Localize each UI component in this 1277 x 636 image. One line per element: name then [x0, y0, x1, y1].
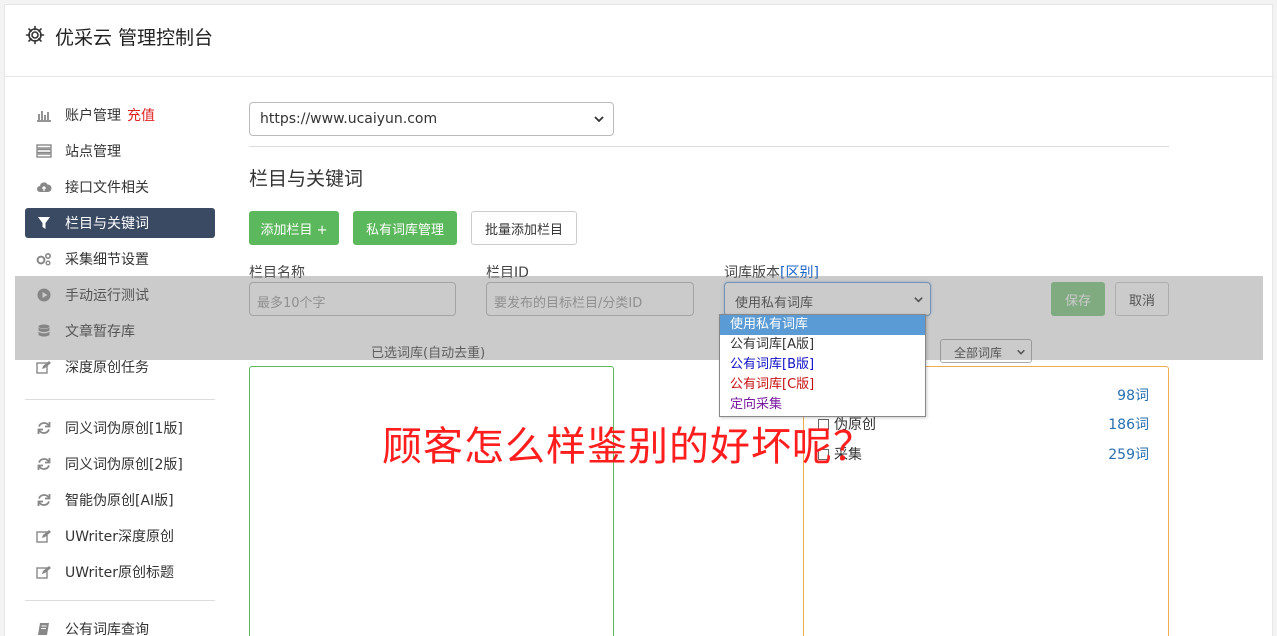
divider — [249, 146, 1169, 147]
filter-icon — [36, 215, 52, 231]
sidebar-item-label: 栏目与关键词 — [65, 216, 149, 232]
sidebar-item-label: 公有词库查询 — [65, 622, 149, 636]
sidebar-item-label: 账户管理 — [65, 108, 121, 124]
sidebar-item-label: 同义词伪原创[1版] — [65, 421, 183, 437]
private-lib-button[interactable]: 私有词库管理 — [353, 211, 457, 245]
sidebar-item-interface[interactable]: 接口文件相关 — [25, 172, 215, 202]
sidebar-item-label: 接口文件相关 — [65, 180, 149, 196]
app-title: 优采云 管理控制台 — [55, 27, 214, 49]
site-select[interactable]: https://www.ucaiyun.com — [249, 102, 614, 136]
header: 优采云 管理控制台 — [5, 5, 1274, 77]
cogs-icon — [36, 251, 52, 267]
lib-count: 98词 — [1117, 388, 1149, 404]
sidebar-item-label: UWriter原创标题 — [65, 565, 174, 581]
edit-icon — [36, 564, 52, 580]
sidebar-item-label: 采集细节设置 — [65, 252, 149, 268]
page-title: 栏目与关键词 — [249, 168, 364, 190]
dropdown-option[interactable]: 定向采集 — [720, 395, 925, 415]
bar-chart-icon — [36, 107, 52, 123]
edit-icon — [36, 359, 52, 375]
sidebar-item-uwriter-deep[interactable]: UWriter深度原创 — [25, 521, 215, 551]
refresh-icon — [36, 420, 52, 436]
sidebar-item-uwriter-title[interactable]: UWriter原创标题 — [25, 557, 215, 587]
sidebar-item-collect-settings[interactable]: 采集细节设置 — [25, 244, 215, 274]
gray-highlight-overlay — [15, 276, 1263, 360]
lib-version-dropdown: 使用私有词库 公有词库[A版] 公有词库[B版] 公有词库[C版] 定向采集 — [719, 314, 926, 417]
batch-add-button[interactable]: 批量添加栏目 — [471, 211, 577, 245]
gear-icon — [25, 25, 45, 45]
watermark-text: 顾客怎么样鉴别的好坏呢？ — [382, 424, 874, 470]
sidebar-item-synonym-1[interactable]: 同义词伪原创[1版] — [25, 413, 215, 443]
sidebar-item-columns[interactable]: 栏目与关键词 — [25, 208, 215, 238]
lib-count: 259词 — [1108, 447, 1149, 463]
dropdown-option[interactable]: 公有词库[C版] — [720, 375, 925, 395]
add-column-button[interactable]: 添加栏目 + — [249, 211, 339, 245]
server-icon — [36, 143, 52, 159]
sidebar-item-label: UWriter深度原创 — [65, 529, 174, 545]
sidebar-item-public-lib[interactable]: 公有词库查询 — [25, 614, 215, 636]
sidebar-item-ai-rewrite[interactable]: 智能伪原创[AI版] — [25, 485, 215, 515]
recharge-link[interactable]: 充值 — [127, 105, 155, 125]
dropdown-option[interactable]: 使用私有词库 — [720, 315, 925, 335]
sidebar-item-label: 同义词伪原创[2版] — [65, 457, 183, 473]
lib-count: 186词 — [1108, 417, 1149, 433]
sidebar-item-label: 站点管理 — [65, 144, 121, 160]
refresh-icon — [36, 456, 52, 472]
cloud-upload-icon — [36, 179, 52, 195]
sidebar-item-label: 深度原创任务 — [65, 360, 149, 376]
sidebar-item-label: 智能伪原创[AI版] — [65, 493, 174, 509]
sidebar-item-account[interactable]: 账户管理 充值 — [25, 100, 215, 130]
sidebar-item-sites[interactable]: 站点管理 — [25, 136, 215, 166]
sidebar-divider — [25, 600, 215, 601]
dropdown-option[interactable]: 公有词库[B版] — [720, 355, 925, 375]
sidebar-divider — [25, 399, 215, 400]
edit-icon — [36, 528, 52, 544]
sidebar-item-synonym-2[interactable]: 同义词伪原创[2版] — [25, 449, 215, 479]
dropdown-option[interactable]: 公有词库[A版] — [720, 335, 925, 355]
book-icon — [36, 621, 52, 636]
site-select-value: https://www.ucaiyun.com — [260, 111, 438, 127]
chevron-down-icon — [594, 116, 604, 123]
refresh-icon — [36, 492, 52, 508]
selected-lib-box — [249, 366, 614, 636]
